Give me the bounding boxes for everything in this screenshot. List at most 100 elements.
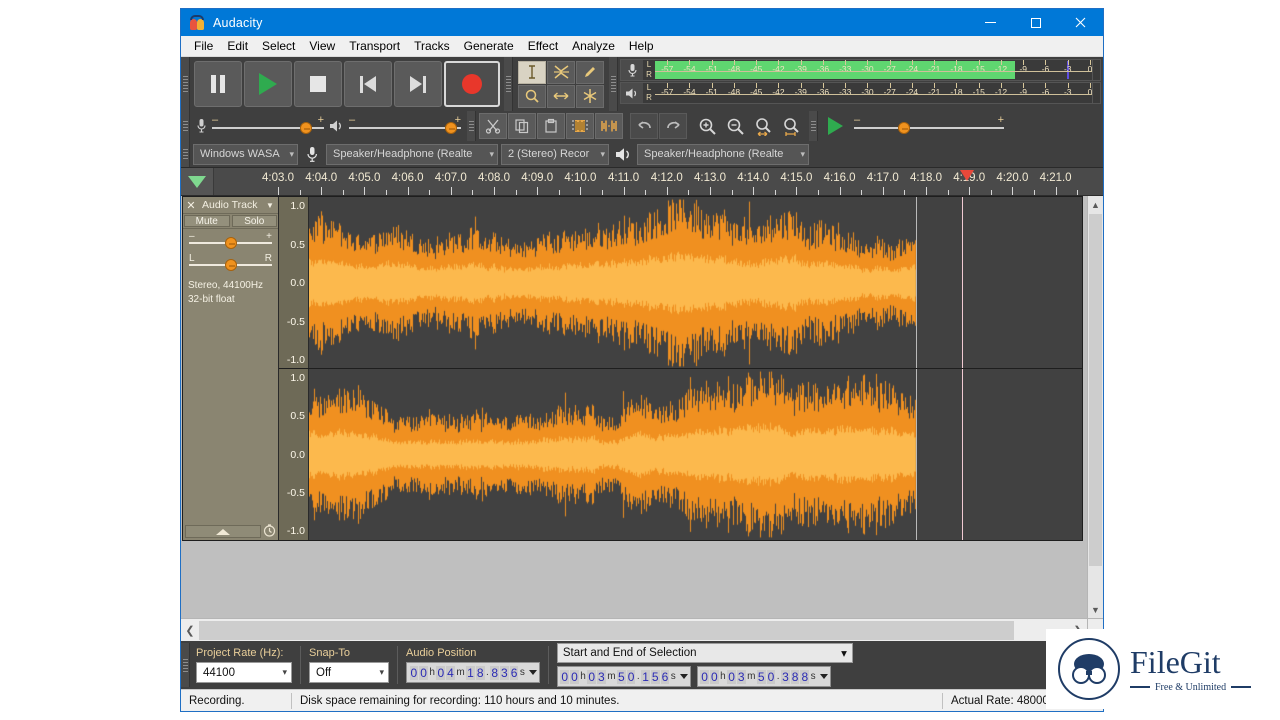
time-digit[interactable]: 0: [727, 669, 736, 684]
selection-mode-select[interactable]: Start and End of Selection ▾: [556, 643, 853, 663]
horizontal-scroll-thumb[interactable]: [199, 620, 1014, 640]
audio-position-field[interactable]: 00h04m18.836s: [406, 662, 540, 683]
maximize-button[interactable]: [1013, 9, 1058, 36]
play-at-speed-button[interactable]: [822, 113, 848, 139]
recording-volume-slider[interactable]: – +: [212, 115, 324, 137]
scroll-up-button[interactable]: ▲: [1088, 196, 1103, 213]
menu-edit[interactable]: Edit: [220, 37, 255, 55]
waveform-right[interactable]: [309, 369, 1082, 540]
time-digit[interactable]: 0: [419, 665, 428, 680]
time-digit[interactable]: 6: [509, 665, 519, 680]
silence-audio-button[interactable]: [595, 113, 623, 139]
mixer-toolbar-grip[interactable]: [181, 111, 190, 141]
pause-button[interactable]: [194, 61, 242, 107]
vertical-ruler-right[interactable]: 1.0 0.5 0.0 -0.5 -1.0: [279, 369, 309, 540]
track-name[interactable]: Audio Track: [199, 199, 262, 211]
menu-effect[interactable]: Effect: [521, 37, 565, 55]
audio-host-select[interactable]: Windows WASA ▾: [193, 143, 298, 165]
edit-toolbar-grip[interactable]: [467, 111, 476, 141]
time-digit[interactable]: 8: [790, 669, 800, 684]
envelope-tool-button[interactable]: [547, 60, 575, 84]
track-close-button[interactable]: ✕: [183, 199, 199, 212]
device-toolbar-grip[interactable]: [181, 141, 190, 167]
time-digit[interactable]: 3: [781, 669, 790, 684]
timeline-ruler[interactable]: 4:03.0 4:04.0 4:05.0 4:06.0 4:07.0 4:08.0 4:09…: [181, 168, 1103, 196]
minimize-button[interactable]: [968, 9, 1013, 36]
recording-meter[interactable]: L R -57 -54 -51 -48 -45 -42 -39 -36 -33 -30 -27 -24…: [620, 59, 1101, 81]
time-digit[interactable]: 0: [587, 669, 596, 684]
meter-toolbar-grip[interactable]: [609, 57, 618, 111]
recording-device-select[interactable]: Speaker/Headphone (Realte ▾: [326, 143, 498, 165]
horizontal-scrollbar[interactable]: ❮ ❯: [181, 618, 1087, 641]
zoom-out-button[interactable]: [722, 113, 748, 139]
time-digit[interactable]: 0: [436, 665, 446, 680]
transport-toolbar-grip[interactable]: [181, 57, 190, 111]
track-gain-slider[interactable]: – +: [189, 231, 272, 251]
fit-selection-button[interactable]: [750, 113, 776, 139]
menu-tracks[interactable]: Tracks: [407, 37, 457, 55]
fit-project-button[interactable]: [778, 113, 804, 139]
zoom-in-button[interactable]: [694, 113, 720, 139]
menu-transport[interactable]: Transport: [342, 37, 407, 55]
playback-volume-slider[interactable]: – +: [349, 115, 461, 137]
time-digit[interactable]: 5: [756, 669, 766, 684]
redo-button[interactable]: [659, 113, 687, 139]
time-digit[interactable]: 0: [560, 669, 570, 684]
tools-toolbar-grip[interactable]: [504, 57, 513, 111]
time-digit[interactable]: 5: [650, 669, 660, 684]
time-digit[interactable]: 1: [641, 669, 650, 684]
paste-button[interactable]: [537, 113, 565, 139]
menu-analyze[interactable]: Analyze: [565, 37, 622, 55]
selection-toolbar-grip[interactable]: [181, 643, 190, 687]
time-digit[interactable]: 3: [597, 669, 606, 684]
zoom-tool-button[interactable]: [518, 84, 546, 108]
time-digit[interactable]: 5: [617, 669, 626, 684]
mute-button[interactable]: Mute: [184, 215, 230, 227]
slider-knob[interactable]: [898, 122, 911, 134]
skip-to-start-button[interactable]: [344, 61, 392, 107]
time-digit[interactable]: 3: [500, 665, 509, 680]
playback-device-select[interactable]: Speaker/Headphone (Realte ▾: [637, 143, 809, 165]
selection-start-field[interactable]: 00h03m50.156s: [556, 666, 691, 687]
time-digit[interactable]: 8: [490, 665, 499, 680]
playhead-indicator[interactable]: [960, 170, 974, 181]
menu-generate[interactable]: Generate: [457, 37, 521, 55]
play-button[interactable]: [244, 61, 292, 107]
track-menu-chevron-down-icon[interactable]: ▼: [262, 201, 278, 210]
selection-end-field[interactable]: 00h03m50.388s: [696, 666, 831, 687]
time-digit[interactable]: 3: [736, 669, 746, 684]
time-digit[interactable]: 4: [446, 665, 455, 680]
copy-button[interactable]: [508, 113, 536, 139]
time-digit[interactable]: 6: [660, 669, 670, 684]
snap-to-select[interactable]: Off ▾: [309, 662, 389, 683]
slider-knob[interactable]: [300, 122, 312, 134]
time-digit[interactable]: 0: [570, 669, 579, 684]
sync-lock-icon[interactable]: [263, 523, 276, 540]
track-pan-slider[interactable]: L R: [189, 253, 272, 273]
menu-help[interactable]: Help: [622, 37, 661, 55]
slider-knob[interactable]: [224, 259, 237, 271]
trim-audio-button[interactable]: [566, 113, 594, 139]
time-shift-tool-button[interactable]: [547, 84, 575, 108]
skip-to-end-button[interactable]: [394, 61, 442, 107]
draw-tool-button[interactable]: [576, 60, 604, 84]
menu-view[interactable]: View: [302, 37, 342, 55]
time-digit[interactable]: 1: [466, 665, 475, 680]
record-button[interactable]: [444, 61, 500, 107]
time-field-dropdown-button[interactable]: [819, 667, 830, 686]
time-digit[interactable]: 8: [800, 669, 810, 684]
selection-tool-button[interactable]: [518, 60, 546, 84]
menu-select[interactable]: Select: [255, 37, 302, 55]
scroll-left-button[interactable]: ❮: [181, 624, 199, 637]
cut-button[interactable]: [479, 113, 507, 139]
vertical-ruler-left[interactable]: 1.0 0.5 0.0 -0.5 -1.0: [279, 197, 309, 368]
time-digit[interactable]: 8: [475, 665, 485, 680]
slider-knob[interactable]: [445, 122, 457, 134]
horizontal-scroll-track[interactable]: [199, 619, 1069, 641]
slider-knob[interactable]: [224, 237, 237, 249]
time-field-dropdown-button[interactable]: [528, 663, 539, 682]
play-speed-toolbar-grip[interactable]: [809, 111, 818, 141]
pinned-play-head-button[interactable]: [181, 168, 214, 195]
undo-button[interactable]: [630, 113, 658, 139]
time-digit[interactable]: 0: [626, 669, 636, 684]
